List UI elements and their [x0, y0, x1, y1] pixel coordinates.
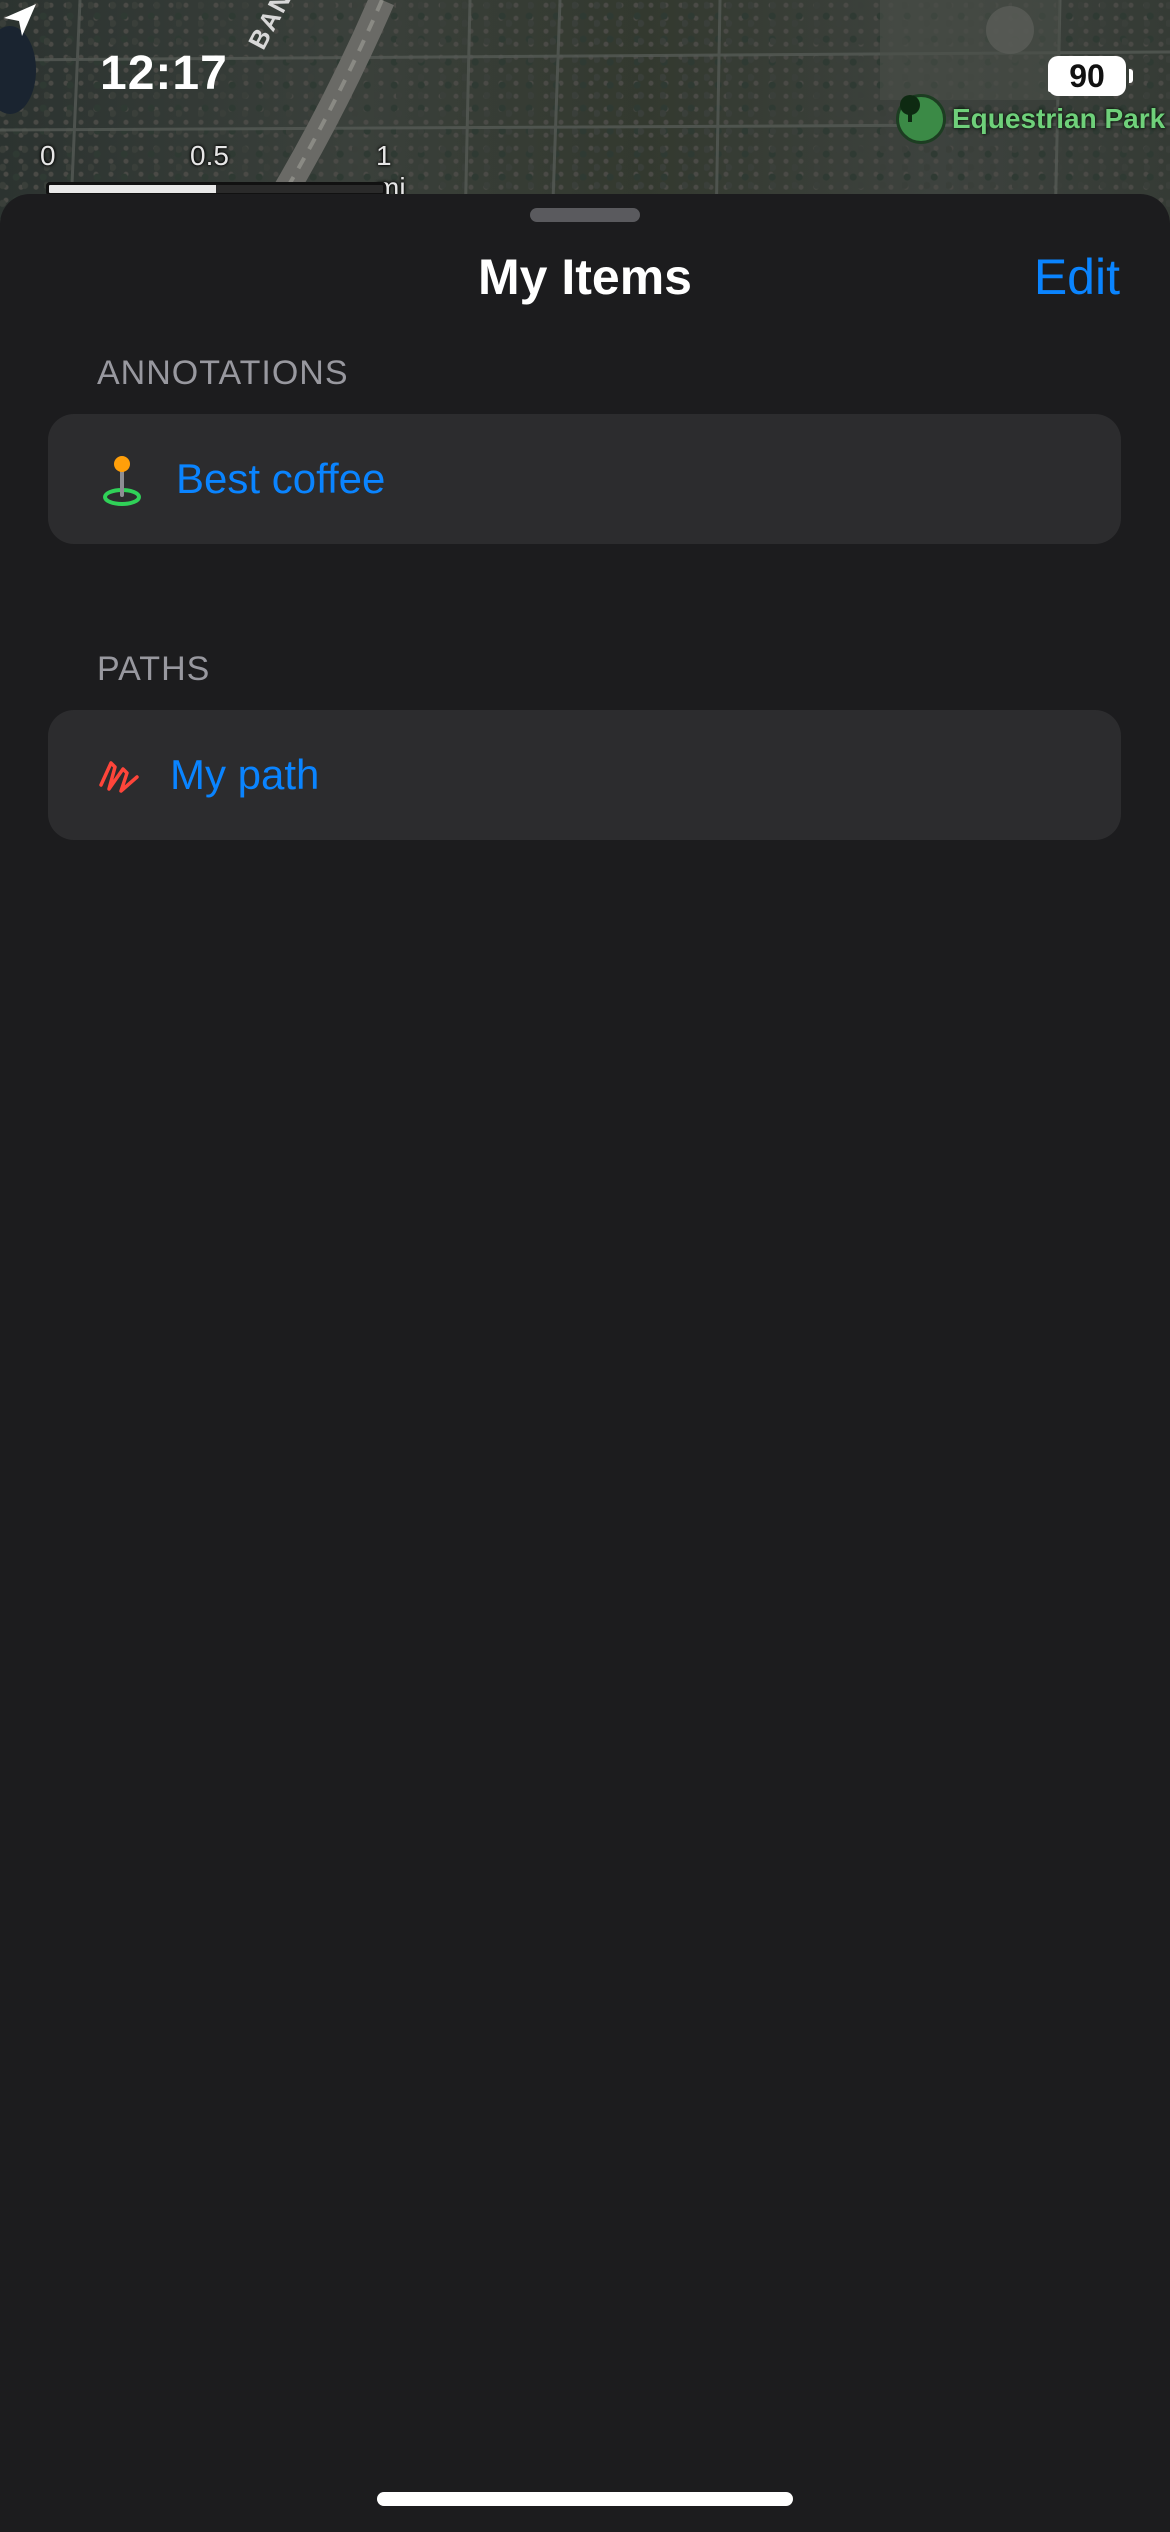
path-label: My path	[170, 751, 320, 798]
my-items-sheet: My Items Edit ANNOTATIONS Best coffee PA…	[0, 194, 1170, 2532]
squiggle-path-icon	[96, 747, 144, 803]
section-header-annotations: ANNOTATIONS	[97, 354, 349, 392]
home-indicator[interactable]	[377, 2492, 793, 2506]
location-arrow-icon	[4, 4, 36, 36]
list-item-path[interactable]: My path	[48, 710, 1121, 840]
map-pin-icon	[98, 451, 146, 507]
edit-button[interactable]: Edit	[1034, 248, 1120, 306]
status-indicators: 90	[1048, 56, 1133, 96]
section-header-paths: PATHS	[97, 650, 211, 688]
sheet-title: My Items	[478, 249, 692, 305]
screen: BANGERTER H Equestrian Park 0 0.5 1 mi 1…	[0, 0, 1170, 2532]
map-park-poi[interactable]: Equestrian Park	[896, 94, 1165, 144]
list-item-annotation[interactable]: Best coffee	[48, 414, 1121, 544]
battery-indicator: 90	[1048, 56, 1133, 96]
sheet-grabber[interactable]	[530, 208, 640, 222]
status-time: 12:17	[100, 47, 228, 100]
scale-label-0: 0	[40, 140, 56, 171]
map-park-label: Equestrian Park	[952, 103, 1166, 134]
scale-label-half: 0.5	[190, 140, 229, 171]
map-scale: 0 0.5 1 mi	[38, 140, 406, 203]
tree-icon	[896, 94, 946, 144]
annotation-label: Best coffee	[176, 455, 386, 502]
